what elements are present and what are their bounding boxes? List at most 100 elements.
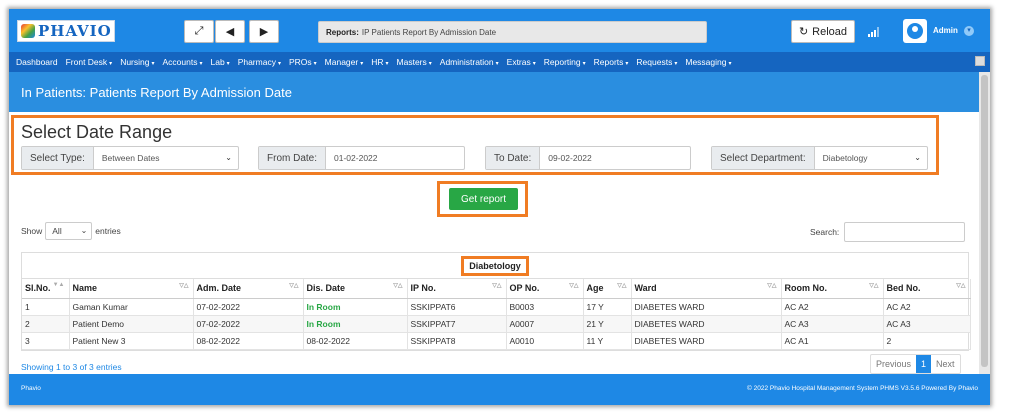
logo[interactable]: PHAVIO <box>17 20 115 42</box>
sort-icon: ▽△ <box>179 283 189 289</box>
table-cell: In Room <box>303 298 408 316</box>
column-header[interactable]: Age ▽△ <box>583 279 632 299</box>
chevron-down-icon: ▾ <box>109 61 113 67</box>
column-header[interactable]: Room No. ▽△ <box>781 279 884 299</box>
get-report-button[interactable]: Get report <box>449 188 518 210</box>
nav-item-label: Accounts <box>162 57 198 67</box>
column-header-label: Age <box>586 283 604 294</box>
show-entries-value: All <box>52 226 62 236</box>
nav-item-administration[interactable]: Administration ▾ <box>440 57 499 67</box>
chevron-down-icon: ⌄ <box>914 153 921 162</box>
table-cell: 2 <box>883 332 971 350</box>
nav-item-label: PROs <box>288 57 312 67</box>
column-header[interactable]: IP No. ▽△ <box>407 279 507 299</box>
column-header[interactable]: OP No. ▽△ <box>506 279 584 299</box>
sort-icon: ▽△ <box>956 283 966 289</box>
column-header-label: IP No. <box>410 283 436 294</box>
arrow-left-icon: ◀ <box>225 26 235 38</box>
to-date-input[interactable]: 09-02-2022 <box>540 147 690 169</box>
show-entries-select[interactable]: All ⌄ <box>45 222 93 240</box>
from-date-label: From Date: <box>259 147 327 169</box>
chevron-down-icon: ▾ <box>532 61 536 67</box>
nav-item-hr[interactable]: HR ▾ <box>371 57 388 67</box>
chevron-down-icon: ▾ <box>199 61 203 67</box>
column-header[interactable]: Sl.No. ▼▲ <box>22 279 70 299</box>
department-group: Select Department: Diabetology ⌄ <box>711 146 928 170</box>
show-label: Show <box>21 226 43 236</box>
sort-icon: ▽△ <box>569 283 579 289</box>
user-menu-chevron-icon[interactable]: ▾ <box>964 26 974 36</box>
chevron-down-icon: ▾ <box>728 61 732 67</box>
scrollbar-thumb[interactable] <box>981 75 988 367</box>
table-cell: AC A2 <box>781 298 884 316</box>
nav-item-reporting[interactable]: Reporting ▾ <box>544 57 586 67</box>
previous-page-button[interactable]: Previous <box>871 355 916 373</box>
nav-item-label: Administration <box>439 57 494 67</box>
chevron-down-icon: ▾ <box>313 61 317 67</box>
nav-item-pros[interactable]: PROs ▾ <box>289 57 317 67</box>
nav-item-front-desk[interactable]: Front Desk ▾ <box>66 57 113 67</box>
nav-item-label: Front Desk <box>65 57 108 67</box>
chevron-down-icon: ▾ <box>360 61 364 67</box>
table-row: 2 Patient Demo 07-02-2022 In Room SSKIPPAT7 A… <box>22 315 971 333</box>
nav-item-manager[interactable]: Manager ▾ <box>325 57 364 67</box>
back-button[interactable]: ◀ <box>215 20 245 43</box>
nav-item-label: Extras <box>506 57 531 67</box>
nav-item-masters[interactable]: Masters ▾ <box>397 57 432 67</box>
chevron-down-icon: ▾ <box>495 61 499 67</box>
nav-item-reports[interactable]: Reports ▾ <box>594 57 629 67</box>
column-header[interactable]: Name ▽△ <box>69 279 194 299</box>
nav-item-label: Manager <box>324 57 359 67</box>
show-entries: Show All ⌄ entries <box>21 222 121 240</box>
user-name[interactable]: Admin <box>933 26 958 35</box>
column-header[interactable]: Dis. Date ▽△ <box>303 279 408 299</box>
nav-item-pharmacy[interactable]: Pharmacy ▾ <box>238 57 281 67</box>
fullscreen-button[interactable]: ⤢ <box>184 20 214 43</box>
next-page-button[interactable]: Next <box>931 355 960 373</box>
table-cell: B0003 <box>506 298 584 316</box>
to-date-label: To Date: <box>486 147 541 169</box>
logo-text: PHAVIO <box>38 22 112 40</box>
chevron-down-icon: ▾ <box>625 61 629 67</box>
search-box: Search: <box>810 222 966 242</box>
nav-item-requests[interactable]: Requests ▾ <box>636 57 677 67</box>
table-cell: A0007 <box>506 315 584 333</box>
nav-item-lab[interactable]: Lab ▾ <box>210 57 229 67</box>
sort-icon: ▽△ <box>617 283 627 289</box>
main-nav: Dashboard Front Desk ▾ Nursing ▾ Accounts ▾ Lab… <box>9 52 990 72</box>
reload-button[interactable]: ↻ Reload <box>791 20 855 43</box>
nav-item-label: Masters <box>396 57 427 67</box>
table-cell: SSKIPPAT8 <box>407 332 507 350</box>
table-cell: 11 Y <box>583 332 632 350</box>
select-type-dropdown[interactable]: Between Dates ⌄ <box>94 147 238 169</box>
column-header[interactable]: Ward ▽△ <box>631 279 782 299</box>
column-header[interactable]: Bed No. ▽△ <box>883 279 971 299</box>
sort-icon: ▽△ <box>289 283 299 289</box>
nav-item-extras[interactable]: Extras ▾ <box>507 57 536 67</box>
column-header-label: Name <box>72 283 98 294</box>
from-date-input[interactable]: 01-02-2022 <box>326 147 464 169</box>
user-icon <box>907 23 923 39</box>
table-cell: Patient New 3 <box>69 332 194 350</box>
table-cell: DIABETES WARD <box>631 298 782 316</box>
nav-item-label: Dashboard <box>16 57 58 67</box>
page-1-button[interactable]: 1 <box>916 355 932 373</box>
select-type-label: Select Type: <box>22 147 94 169</box>
column-header[interactable]: Adm. Date ▽△ <box>193 279 304 299</box>
nav-item-label: Lab <box>210 57 225 67</box>
nav-item-dashboard[interactable]: Dashboard <box>16 57 58 67</box>
chevron-down-icon: ▾ <box>674 61 678 67</box>
nav-item-accounts[interactable]: Accounts ▾ <box>163 57 203 67</box>
table-cell: 3 <box>22 332 70 350</box>
table-cell: SSKIPPAT6 <box>407 298 507 316</box>
collapse-icon[interactable] <box>975 56 985 66</box>
fullscreen-icon: ⤢ <box>194 25 204 37</box>
nav-item-nursing[interactable]: Nursing ▾ <box>120 57 154 67</box>
search-input[interactable] <box>844 222 966 242</box>
nav-item-messaging[interactable]: Messaging ▾ <box>685 57 731 67</box>
forward-button[interactable]: ▶ <box>249 20 279 43</box>
sort-icon: ▽△ <box>393 283 403 289</box>
chevron-down-icon: ▾ <box>277 61 281 67</box>
user-avatar[interactable] <box>903 19 927 43</box>
department-dropdown[interactable]: Diabetology ⌄ <box>815 147 927 169</box>
